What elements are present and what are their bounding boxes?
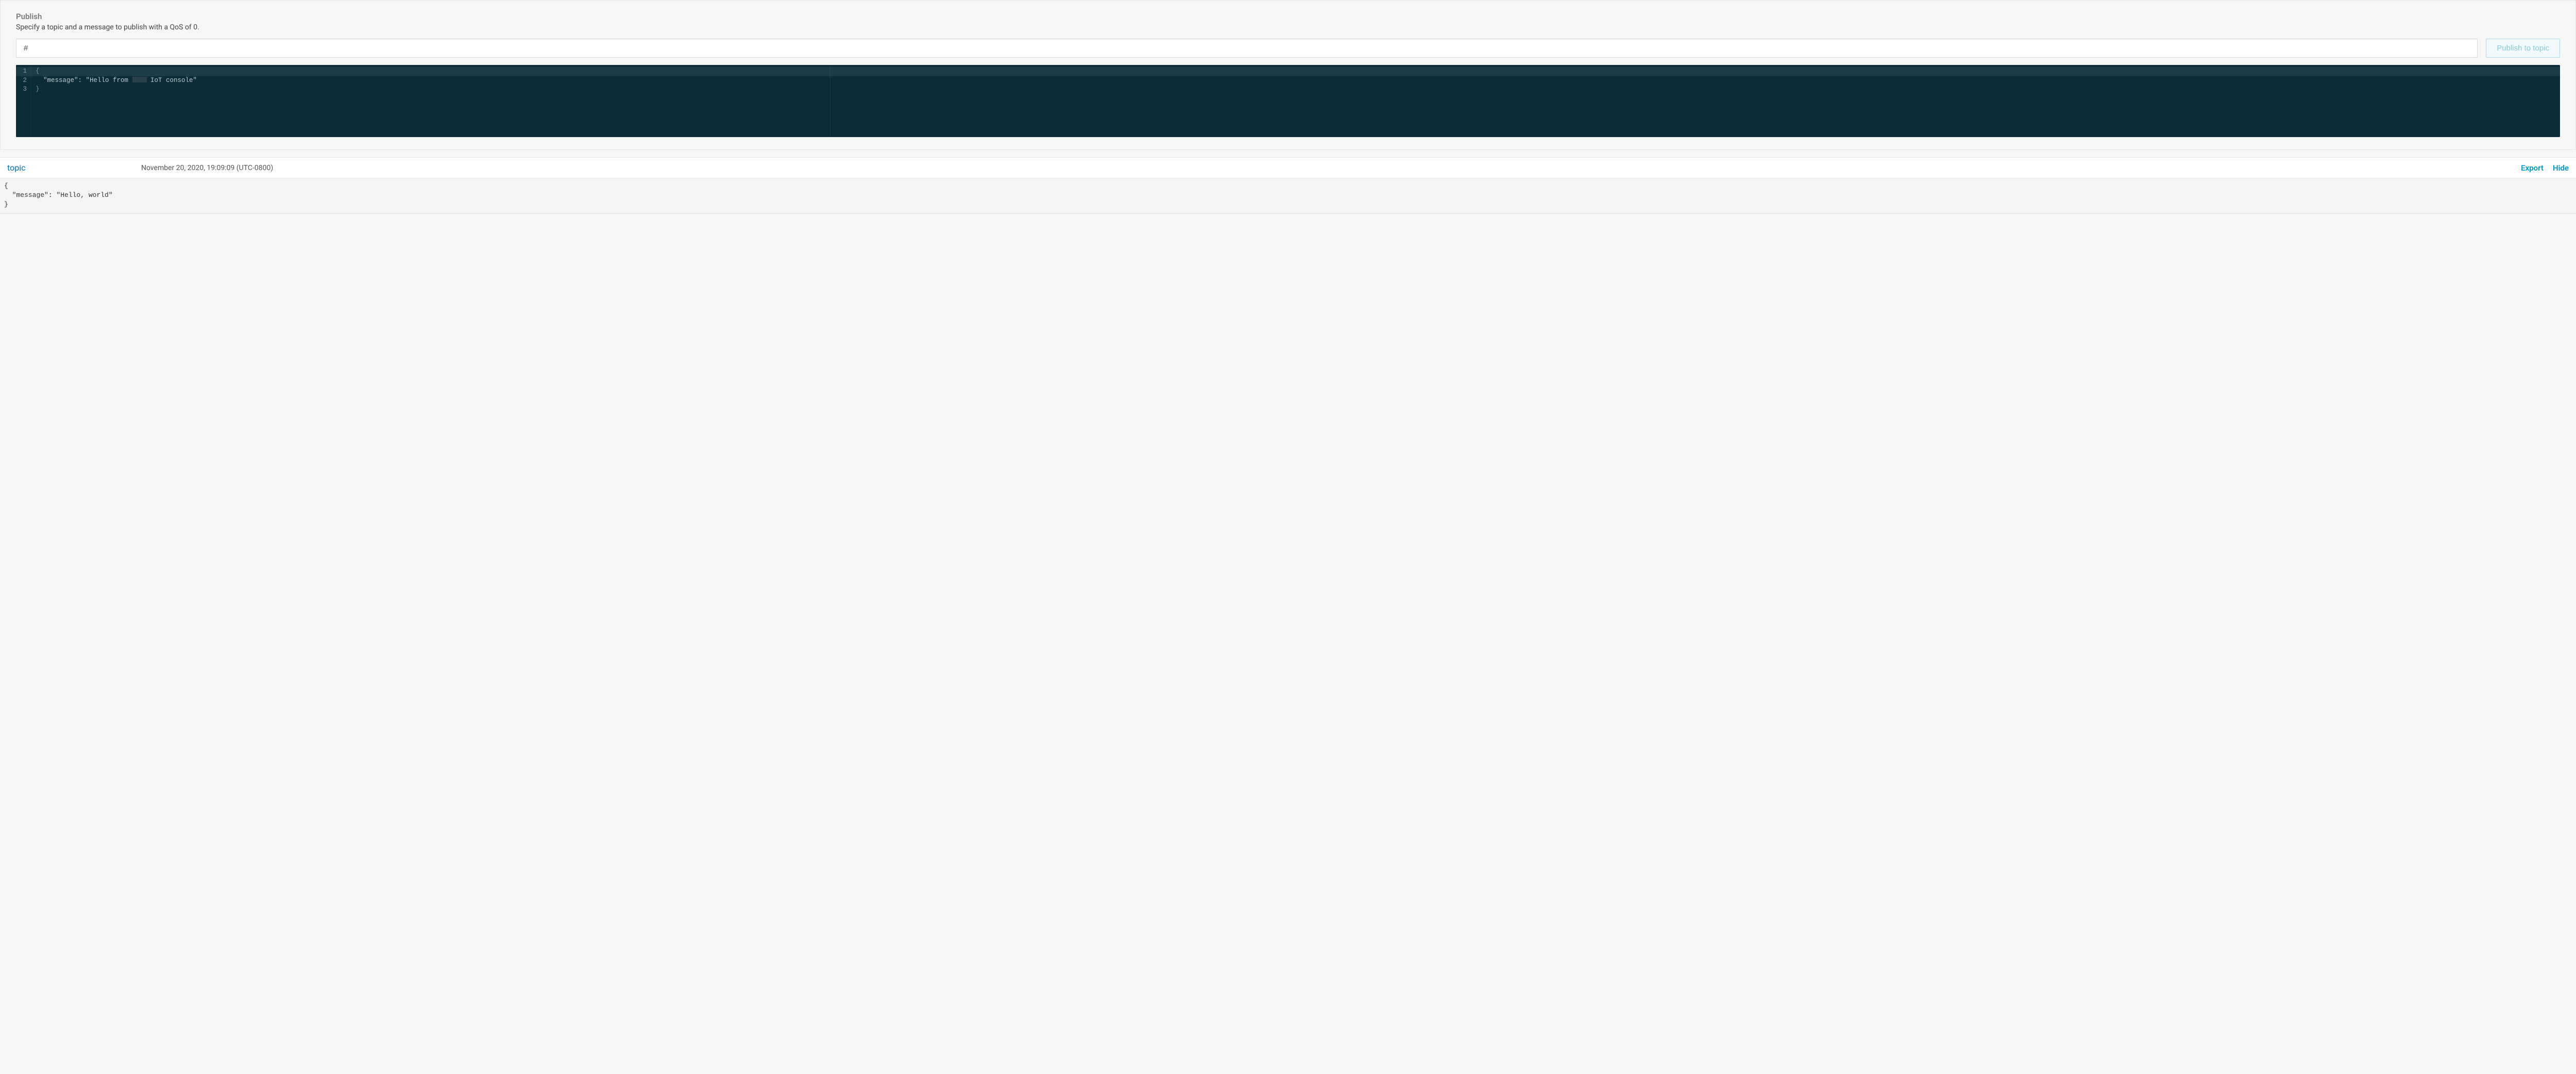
topic-link[interactable]: topic xyxy=(7,163,141,173)
publish-to-topic-button[interactable]: Publish to topic xyxy=(2486,39,2560,58)
editor-brace-close: } xyxy=(36,86,40,93)
editor-text: IoT console" xyxy=(147,77,197,84)
publish-title: Publish xyxy=(16,12,2560,21)
editor-brace-open: { xyxy=(36,68,40,75)
editor-line-number: 1 xyxy=(22,67,27,76)
export-button[interactable]: Export xyxy=(2521,163,2544,173)
publish-subtitle: Specify a topic and a message to publish… xyxy=(16,23,2560,31)
message-header: topic November 20, 2020, 19:09:09 (UTC-0… xyxy=(0,158,2576,178)
redacted-icon xyxy=(132,77,147,82)
editor-gutter: 1 2 3 xyxy=(16,65,31,137)
message-body: { "message": "Hello, world" } xyxy=(0,178,2576,213)
editor-text: "message": "Hello from xyxy=(36,77,132,84)
message-timestamp: November 20, 2020, 19:09:09 (UTC-0800) xyxy=(141,164,273,172)
publish-panel: Publish Specify a topic and a message to… xyxy=(0,0,2576,150)
topic-row: Publish to topic xyxy=(16,39,2560,58)
hide-button[interactable]: Hide xyxy=(2553,163,2569,173)
received-message-panel: topic November 20, 2020, 19:09:09 (UTC-0… xyxy=(0,157,2576,214)
message-payload-editor[interactable]: 1 2 3 { "message": "Hello from IoT conso… xyxy=(16,65,2560,137)
topic-input[interactable] xyxy=(16,39,2478,58)
editor-line-number: 3 xyxy=(22,85,27,94)
editor-line-number: 2 xyxy=(22,76,27,86)
editor-content[interactable]: { "message": "Hello from IoT console"} xyxy=(31,65,2560,137)
